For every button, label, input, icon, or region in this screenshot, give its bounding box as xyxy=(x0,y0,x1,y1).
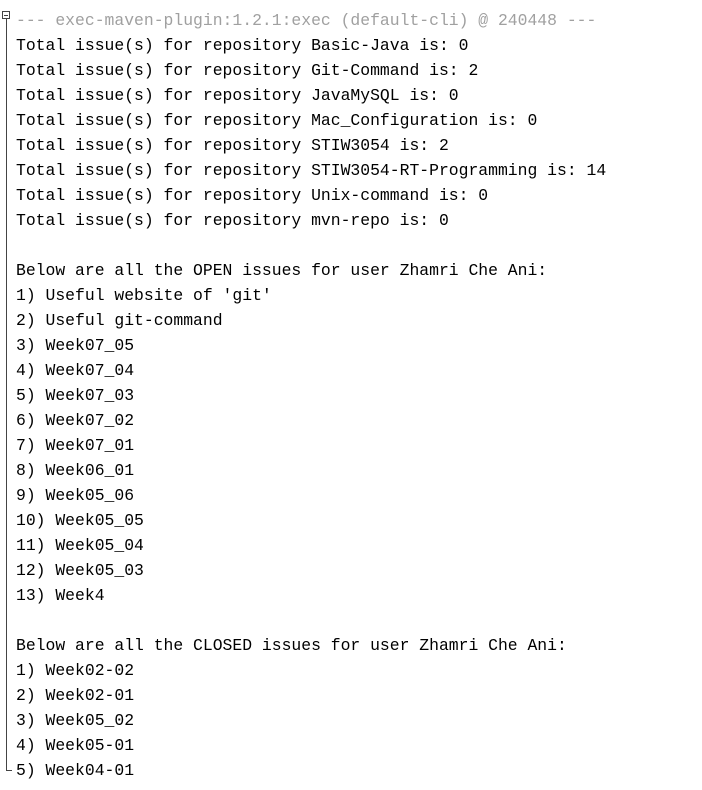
console-line: Total issue(s) for repository mvn-repo i… xyxy=(16,211,449,230)
console-line: 4) Week07_04 xyxy=(16,361,135,380)
console-line: 5) Week04-01 xyxy=(16,761,135,780)
console-line: 3) Week05_02 xyxy=(16,711,135,730)
console-line: Total issue(s) for repository STIW3054 i… xyxy=(16,136,449,155)
console-line: 13) Week4 xyxy=(16,586,105,605)
console-line: 12) Week05_03 xyxy=(16,561,144,580)
console-line: 9) Week05_06 xyxy=(16,486,135,505)
console-line: 8) Week06_01 xyxy=(16,461,135,480)
console-line: Total issue(s) for repository Mac_Config… xyxy=(16,111,538,130)
console-line: 2) Week02-01 xyxy=(16,686,135,705)
console-line: Total issue(s) for repository STIW3054-R… xyxy=(16,161,607,180)
console-line: 2) Useful git-command xyxy=(16,311,223,330)
console-line: 4) Week05-01 xyxy=(16,736,135,755)
console-line: 11) Week05_04 xyxy=(16,536,144,555)
console-line: Total issue(s) for repository Git-Comman… xyxy=(16,61,479,80)
console-line: 3) Week07_05 xyxy=(16,336,135,355)
console-lines: --- exec-maven-plugin:1.2.1:exec (defaul… xyxy=(16,8,606,783)
console-line: Total issue(s) for repository JavaMySQL … xyxy=(16,86,459,105)
console-line: Below are all the CLOSED issues for user… xyxy=(16,636,567,655)
console-line: 1) Week02-02 xyxy=(16,661,135,680)
fold-guide-line xyxy=(6,19,7,770)
console-line: 7) Week07_01 xyxy=(16,436,135,455)
console-line: 5) Week07_03 xyxy=(16,386,135,405)
console-line: Below are all the OPEN issues for user Z… xyxy=(16,261,548,280)
console-line: Total issue(s) for repository Basic-Java… xyxy=(16,36,469,55)
console-header-line: --- exec-maven-plugin:1.2.1:exec (defaul… xyxy=(16,11,597,30)
console-output: --- exec-maven-plugin:1.2.1:exec (defaul… xyxy=(0,0,702,790)
fold-guide-end xyxy=(6,770,12,771)
collapse-toggle-icon[interactable] xyxy=(2,11,10,19)
console-line: 1) Useful website of 'git' xyxy=(16,286,272,305)
console-line: Total issue(s) for repository Unix-comma… xyxy=(16,186,489,205)
console-line: 10) Week05_05 xyxy=(16,511,144,530)
console-line: 6) Week07_02 xyxy=(16,411,135,430)
